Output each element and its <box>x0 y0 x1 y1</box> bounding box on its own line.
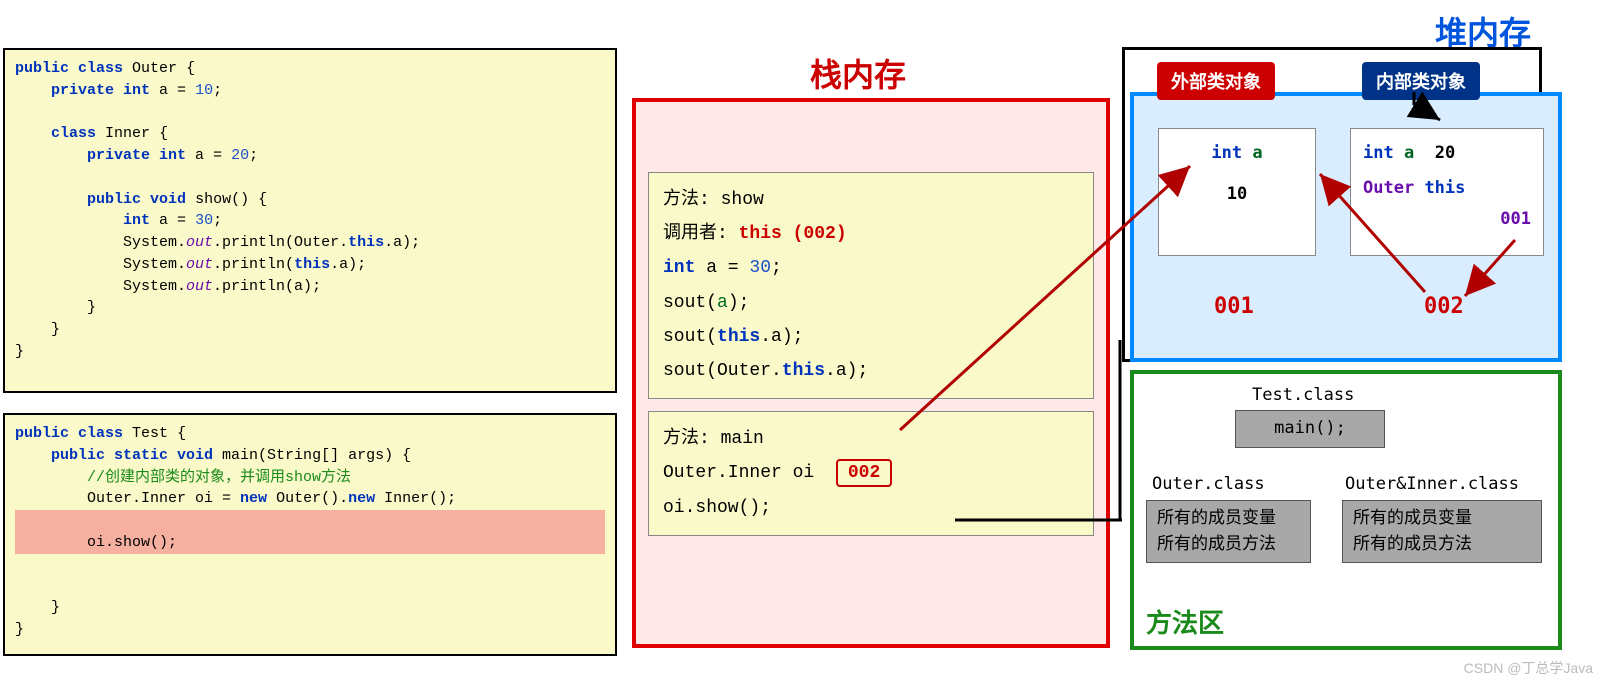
method-area-test-main: main(); <box>1235 410 1385 448</box>
heap-addr-002: 002 <box>1424 294 1464 319</box>
code-test-class: public class Test { public static void m… <box>3 413 617 656</box>
frame-sout-outer-this-a: sout(Outer.this.a); <box>663 354 1079 388</box>
heap-addr-001: 001 <box>1214 294 1254 319</box>
inner-object-badge: 内部类对象 <box>1362 62 1480 100</box>
stack-title: 栈内存 <box>810 50 906 96</box>
stack-frame-show: 方法: show 调用者: this (002) int a = 30; sou… <box>648 172 1094 399</box>
frame-oi-show: oi.show(); <box>663 491 1079 525</box>
frame-method-label: 方法: show <box>663 183 1079 217</box>
frame-caller: 调用者: this (002) <box>663 217 1079 251</box>
method-area-inner-members: 所有的成员变量 所有的成员方法 <box>1342 500 1542 563</box>
code-outer-class: public class Outer { private int a = 10;… <box>3 48 617 393</box>
method-area-title: 方法区 <box>1146 603 1224 640</box>
method-area-inner-class-label: Outer&Inner.class <box>1345 474 1519 494</box>
frame-main-label: 方法: main <box>663 422 1079 456</box>
heap-inner-object: int a 20 Outer this 001 <box>1350 128 1544 256</box>
stack-frame-main: 方法: main Outer.Inner oi 002 oi.show(); <box>648 411 1094 536</box>
method-area-test-class-label: Test.class <box>1252 385 1354 405</box>
heap-container: int a 10 int a 20 Outer this 001 001 002 <box>1130 92 1562 362</box>
frame-sout-a: sout(a); <box>663 286 1079 320</box>
watermark: CSDN @丁总学Java <box>1464 658 1593 678</box>
method-area-outer-members: 所有的成员变量 所有的成员方法 <box>1146 500 1311 563</box>
outer-object-badge: 外部类对象 <box>1157 62 1275 100</box>
stack-container: 方法: show 调用者: this (002) int a = 30; sou… <box>632 98 1110 648</box>
method-area-outer-class-label: Outer.class <box>1152 474 1265 494</box>
heap-outer-object: int a 10 <box>1158 128 1316 256</box>
frame-local-a: int a = 30; <box>663 251 1079 285</box>
frame-oi-decl: Outer.Inner oi 002 <box>663 456 1079 490</box>
frame-sout-this-a: sout(this.a); <box>663 320 1079 354</box>
